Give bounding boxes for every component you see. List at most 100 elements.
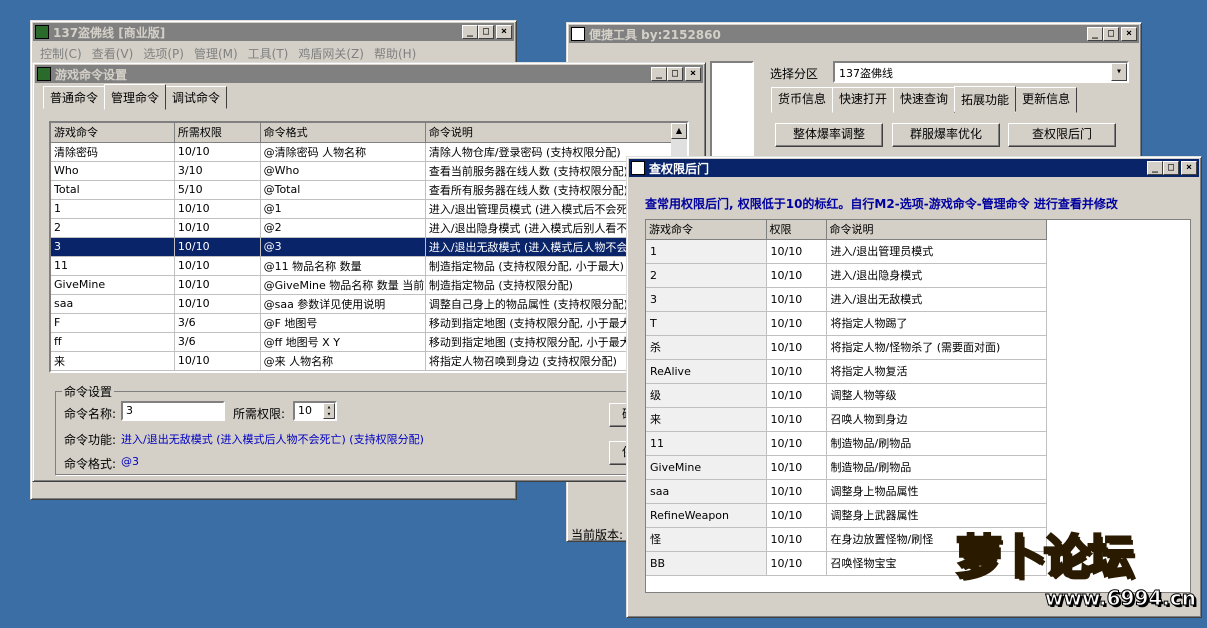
table-row[interactable]: ReAlive 10/10 将指定人物复活 [646,359,1047,384]
table-row[interactable]: saa 10/10 @saa 参数详见使用说明 调整自己身上的物品属性 (支持权限分配… [51,294,687,314]
table-row[interactable]: 杀 10/10 将指定人物/怪物杀了 (需要面对面) [646,335,1047,360]
backdoor-table-header: 游戏命令 权限 命令说明 [646,220,1047,240]
table-row[interactable]: 清除密码 10/10 @清除密码 人物名称 清除人物仓库/登录密码 (支持权限分配) [51,142,687,162]
main-title-bar[interactable]: 137盗佛线 [商业版] _ □ × [33,23,514,41]
overall-drop-rate-button[interactable]: 整体爆率调整 [775,123,883,147]
table-cell: 2 [646,263,767,288]
command-table[interactable]: 游戏命令 所需权限 命令格式 命令说明 清除密码 10/10 @清除密码 人物名称 清除人物… [49,121,689,373]
table-cell: 1 [51,199,175,219]
group-drop-rate-button[interactable]: 群服爆率优化 [892,123,1000,147]
column-header[interactable]: 所需权限 [174,123,261,143]
table-row[interactable]: GiveMine 10/10 @GiveMine 物品名称 数量 当前 制造指定物品 … [51,275,687,295]
command-format-value: @3 [121,455,139,468]
app-icon [571,27,585,41]
table-cell: 10/10 [174,218,261,238]
chevron-down-icon[interactable]: ▾ [1111,63,1127,81]
table-row[interactable]: 1 10/10 进入/退出管理员模式 [646,239,1047,264]
column-header[interactable]: 权限 [766,220,827,240]
table-cell: 11 [646,431,767,456]
table-row[interactable]: 级 10/10 调整人物等级 [646,383,1047,408]
table-cell: saa [51,294,175,314]
table-cell: @3 [260,237,426,257]
minimize-icon[interactable]: _ [462,25,478,39]
table-cell: 10/10 [766,479,827,504]
table-row[interactable]: 3 10/10 进入/退出无敌模式 [646,287,1047,312]
menu-view[interactable]: 查看(V) [87,45,139,61]
column-header[interactable]: 命令格式 [260,123,426,143]
close-icon[interactable]: × [1181,161,1197,175]
app-icon [631,161,645,175]
scroll-up-icon[interactable]: ▲ [671,123,687,139]
maximize-icon[interactable]: □ [667,67,683,81]
table-cell: 调整身上武器属性 [826,503,1047,528]
table-row[interactable]: 2 10/10 进入/退出隐身模式 [646,263,1047,288]
table-row[interactable]: Who 3/10 @Who 查看当前服务器在线人数 (支持权限分配) [51,161,687,181]
command-table-header: 游戏命令 所需权限 命令格式 命令说明 [51,123,687,143]
tool-title: 便捷工具 by:2152860 [589,27,721,42]
menu-gateway[interactable]: 鸡盾网关(Z) [293,45,369,61]
tab-currency[interactable]: 货币信息 [771,87,834,113]
tab-quick-open[interactable]: 快速打开 [832,87,895,113]
table-row[interactable]: 11 10/10 制造物品/刷物品 [646,431,1047,456]
table-cell: @ff 地图号 X Y [260,332,426,352]
table-row[interactable]: RefineWeapon 10/10 调整身上武器属性 [646,503,1047,528]
table-cell: 进入/退出无敌模式 [826,287,1047,312]
table-cell: 清除密码 [51,142,175,162]
menu-help[interactable]: 帮助(H) [369,45,421,61]
table-row[interactable]: 来 10/10 召唤人物到身边 [646,407,1047,432]
table-cell: 10/10 [766,527,827,552]
table-row[interactable]: ff 3/6 @ff 地图号 X Y 移动到指定地图 (支持权限分配, 小于最大) [51,332,687,352]
table-cell: @Total [260,180,426,200]
table-row[interactable]: T 10/10 将指定人物踢了 [646,311,1047,336]
permission-stepper[interactable]: 10 ▴ ▾ [293,401,337,421]
tab-normal-commands[interactable]: 普通命令 [43,86,106,109]
tab-quick-query[interactable]: 快速查询 [893,87,956,113]
maximize-icon[interactable]: □ [1103,27,1119,41]
table-row[interactable]: 1 10/10 @1 进入/退出管理员模式 (进入模式后不会死亡) [51,199,687,219]
minimize-icon[interactable]: _ [1087,27,1103,41]
close-icon[interactable]: × [496,25,512,39]
table-row[interactable]: 跟10/10@跟 人物名称跟踪指定人物 (支持权限分配) [51,370,687,371]
column-header[interactable]: 游戏命令 [51,123,175,143]
menu-manage[interactable]: 管理(M) [189,45,243,61]
table-cell: @saa 参数详见使用说明 [260,294,426,314]
backdoor-title-bar[interactable]: 查权限后门 _ □ × [629,159,1199,177]
partition-select[interactable]: 137盗佛线 ▾ [833,61,1129,83]
table-row[interactable]: saa 10/10 调整身上物品属性 [646,479,1047,504]
cmd-title-bar[interactable]: 游戏命令设置 _ □ × [35,65,703,83]
tab-admin-commands[interactable]: 管理命令 [104,84,167,110]
column-header[interactable]: 游戏命令 [646,220,767,240]
forum-watermark: 萝卜论坛 www.6994.cn [955,528,1202,624]
table-row[interactable]: 11 10/10 @11 物品名称 数量 制造指定物品 (支持权限分配, 小于最大) [51,256,687,276]
check-backdoor-button[interactable]: 查权限后门 [1008,123,1116,147]
minimize-icon[interactable]: _ [1147,161,1163,175]
tool-title-bar[interactable]: 便捷工具 by:2152860 _ □ × [569,25,1139,43]
table-cell: 3 [51,237,175,257]
tab-extensions[interactable]: 拓展功能 [954,86,1017,112]
menu-control[interactable]: 控制(C) [35,45,87,61]
table-row[interactable]: 2 10/10 @2 进入/退出隐身模式 (进入模式后别人看不见) [51,218,687,238]
tab-updates[interactable]: 更新信息 [1015,87,1078,113]
tab-debug-commands[interactable]: 调试命令 [165,86,228,109]
table-cell: 制造物品/刷物品 [826,431,1047,456]
table-cell: RefineWeapon [646,503,767,528]
spin-icon[interactable]: ▴ ▾ [323,403,335,419]
table-cell: @1 [260,199,426,219]
close-icon[interactable]: × [685,67,701,81]
command-settings-group: 命令设置 [55,383,695,475]
column-header[interactable]: 命令说明 [826,220,1047,240]
close-icon[interactable]: × [1121,27,1137,41]
table-row[interactable]: Total 5/10 @Total 查看所有服务器在线人数 (支持权限分配) [51,180,687,200]
cmd-title: 游戏命令设置 [55,67,128,82]
maximize-icon[interactable]: □ [478,25,494,39]
table-row[interactable]: 来 10/10 @来 人物名称 将指定人物召唤到身边 (支持权限分配) [51,351,687,371]
table-row[interactable]: F 3/6 @F 地图号 移动到指定地图 (支持权限分配, 小于最大) [51,313,687,333]
maximize-icon[interactable]: □ [1163,161,1179,175]
table-row[interactable]: 3 10/10 @3 进入/退出无敌模式 (进入模式后人物不会死亡) [51,237,687,257]
command-name-input[interactable]: 3 [121,401,225,421]
column-header[interactable]: 命令说明 [425,123,687,143]
table-row[interactable]: GiveMine 10/10 制造物品/刷物品 [646,455,1047,480]
minimize-icon[interactable]: _ [651,67,667,81]
menu-options[interactable]: 选项(P) [138,45,189,61]
menu-tools[interactable]: 工具(T) [243,45,294,61]
